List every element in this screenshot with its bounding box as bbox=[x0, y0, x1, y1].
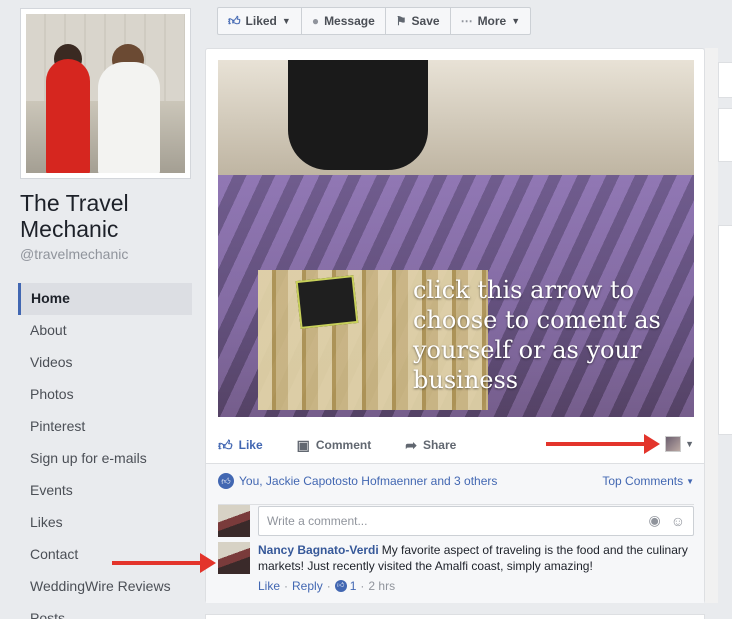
like-count-value: 1 bbox=[349, 579, 357, 593]
comment-button[interactable]: ▣ Comment bbox=[297, 437, 372, 454]
nav-item-home[interactable]: Home bbox=[18, 283, 192, 315]
top-comments-dropdown[interactable]: Top Comments ▼ bbox=[602, 474, 694, 488]
right-card bbox=[718, 62, 732, 98]
comment-box: ◉ ☺ bbox=[258, 505, 694, 536]
comments-section: 👍︎ You, Jackie Capotosto Hofmaenner and … bbox=[206, 463, 704, 603]
emoji-icon[interactable]: ☺ bbox=[671, 513, 685, 529]
comment-like-link[interactable]: Like bbox=[258, 578, 280, 594]
page-title[interactable]: The Travel Mechanic bbox=[20, 190, 200, 242]
thumbs-up-icon: 👍︎ bbox=[228, 14, 241, 28]
more-label: More bbox=[477, 14, 507, 28]
avatar[interactable] bbox=[218, 542, 250, 574]
avatar bbox=[665, 436, 682, 452]
nav-item-weddingwire-reviews[interactable]: WeddingWire Reviews bbox=[18, 571, 192, 603]
page-action-bar: 👍︎ Liked ▼ ● Message ⚑ Save ⋯ More ▼ bbox=[217, 7, 532, 35]
share-label: Share bbox=[422, 438, 457, 452]
chevron-down-icon: ▼ bbox=[511, 16, 521, 26]
comment-item: Nancy Bagnato-Verdi My favorite aspect of… bbox=[218, 542, 694, 594]
comment-as-selector[interactable]: ▼ bbox=[665, 436, 694, 452]
share-arrow-icon: ➦ bbox=[405, 436, 417, 453]
separator: · bbox=[284, 579, 289, 593]
message-button[interactable]: ● Message bbox=[302, 8, 386, 34]
nav-item-signup-emails[interactable]: Sign up for e-mails bbox=[18, 443, 192, 475]
avatar bbox=[218, 504, 250, 537]
message-bubble-icon: ● bbox=[311, 14, 320, 28]
more-button[interactable]: ⋯ More ▼ bbox=[451, 8, 531, 34]
bookmark-icon: ⚑ bbox=[395, 14, 407, 28]
save-label: Save bbox=[411, 14, 440, 28]
comment-icon: ▣ bbox=[296, 436, 310, 453]
nav-item-videos[interactable]: Videos bbox=[18, 347, 192, 379]
comment-composer: ◉ ☺ bbox=[218, 504, 694, 537]
nav-item-photos[interactable]: Photos bbox=[18, 379, 192, 411]
comment-label: Comment bbox=[315, 438, 372, 452]
separator: · bbox=[326, 579, 331, 593]
photo-overlay-text: click this arrow to choose to coment as … bbox=[413, 276, 661, 394]
annotation-arrow-right bbox=[546, 434, 660, 454]
nav-item-likes[interactable]: Likes bbox=[18, 507, 192, 539]
nav-item-posts[interactable]: Posts bbox=[18, 603, 192, 619]
message-label: Message bbox=[324, 14, 375, 28]
like-reaction-icon: 👍︎ bbox=[218, 473, 234, 489]
nav-item-events[interactable]: Events bbox=[18, 475, 192, 507]
nav-item-contact[interactable]: Contact bbox=[18, 539, 192, 571]
comment-like-count[interactable]: 👍︎ 1 bbox=[334, 578, 357, 594]
page-handle: @travelmechanic bbox=[20, 246, 129, 262]
page-nav: Home About Videos Photos Pinterest Sign … bbox=[18, 283, 192, 619]
liked-button[interactable]: 👍︎ Liked ▼ bbox=[218, 8, 302, 34]
thumbs-up-icon: 👍︎ bbox=[334, 580, 347, 592]
right-card bbox=[718, 108, 732, 162]
thumbs-up-icon: 👍︎ bbox=[218, 436, 233, 453]
ellipsis-icon: ⋯ bbox=[460, 14, 473, 28]
camera-icon[interactable]: ◉ bbox=[648, 512, 660, 529]
comment-author[interactable]: Nancy Bagnato-Verdi bbox=[258, 543, 379, 557]
nav-item-pinterest[interactable]: Pinterest bbox=[18, 411, 192, 443]
nav-item-about[interactable]: About bbox=[18, 315, 192, 347]
chevron-down-icon: ▼ bbox=[685, 439, 694, 449]
liked-label: Liked bbox=[245, 14, 277, 28]
comment-body: Nancy Bagnato-Verdi My favorite aspect of… bbox=[258, 542, 694, 594]
save-button[interactable]: ⚑ Save bbox=[386, 8, 451, 34]
reactions-summary[interactable]: 👍︎ You, Jackie Capotosto Hofmaenner and … bbox=[218, 473, 694, 489]
like-label: Like bbox=[238, 438, 263, 452]
chevron-down-icon: ▼ bbox=[686, 476, 694, 486]
top-comments-label: Top Comments bbox=[602, 474, 684, 488]
profile-picture-frame[interactable] bbox=[20, 8, 191, 179]
profile-picture bbox=[26, 14, 185, 173]
scrollbar[interactable] bbox=[705, 48, 718, 603]
post-card: click this arrow to choose to coment as … bbox=[205, 48, 705, 603]
next-post-card bbox=[205, 614, 705, 619]
reactions-text[interactable]: You, Jackie Capotosto Hofmaenner and 3 o… bbox=[239, 474, 497, 488]
separator: · bbox=[360, 579, 365, 593]
comment-reply-link[interactable]: Reply bbox=[292, 578, 323, 594]
share-button[interactable]: ➦ Share bbox=[405, 437, 456, 454]
post-photo[interactable]: click this arrow to choose to coment as … bbox=[218, 60, 694, 417]
right-card bbox=[718, 225, 732, 435]
chevron-down-icon: ▼ bbox=[281, 16, 291, 26]
comment-input[interactable] bbox=[267, 513, 639, 528]
comment-meta: Like · Reply · 👍︎ 1 · 2 hrs bbox=[258, 578, 694, 594]
comment-timestamp[interactable]: 2 hrs bbox=[368, 578, 395, 594]
like-button[interactable]: 👍︎ Like bbox=[218, 437, 263, 454]
annotation-arrow-left bbox=[112, 553, 216, 573]
